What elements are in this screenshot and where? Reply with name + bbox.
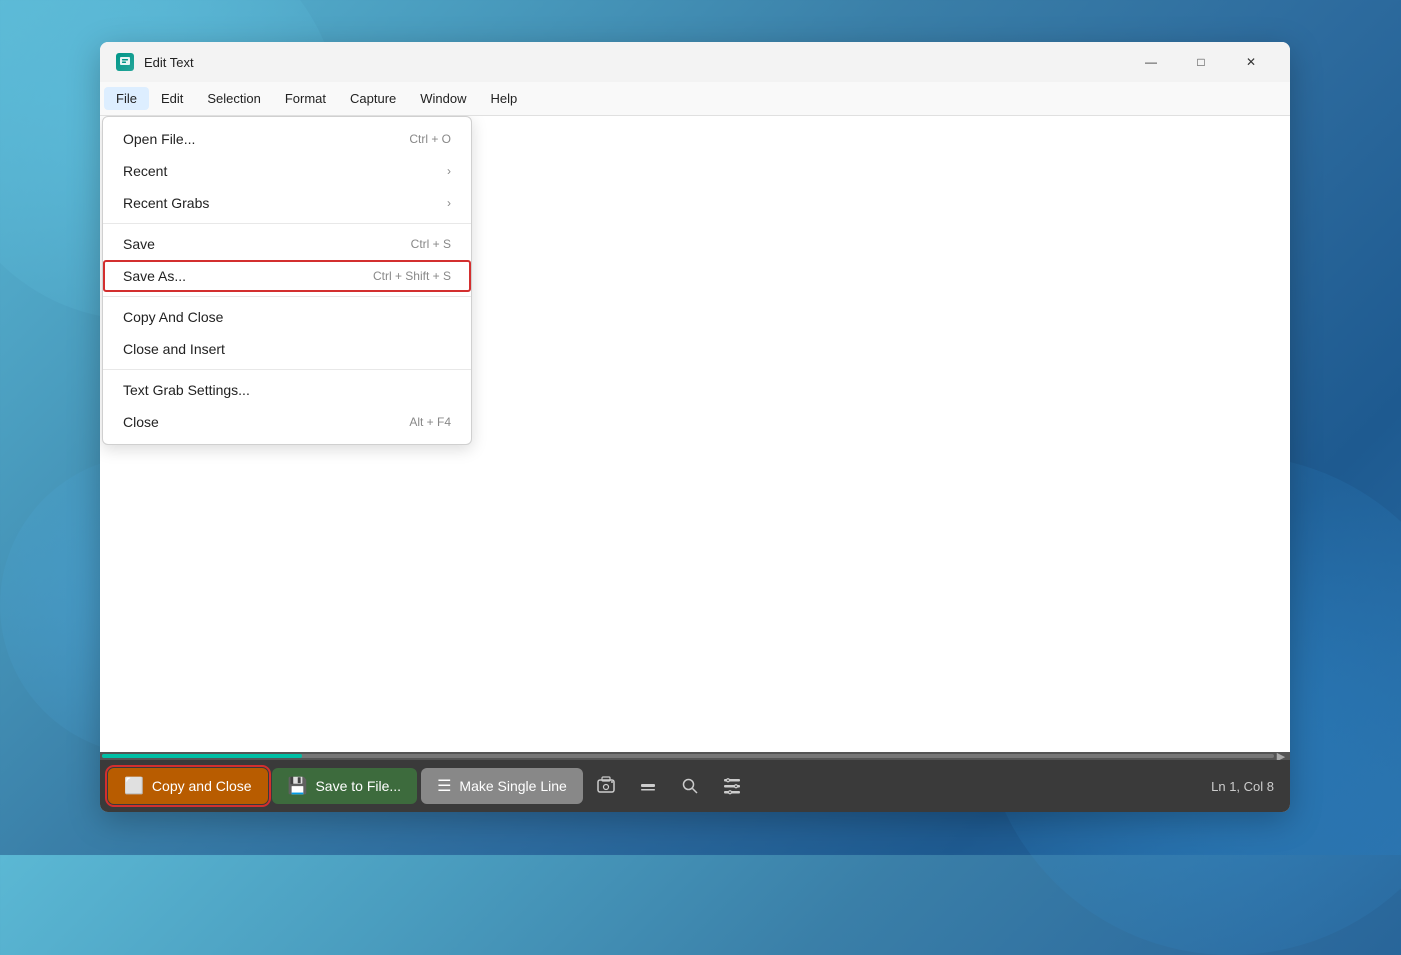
dropdown-item-close-and-insert[interactable]: Close and Insert (103, 333, 471, 365)
recent-arrow: › (447, 164, 451, 178)
divider-1 (103, 223, 471, 224)
text-grab-settings-label: Text Grab Settings... (123, 382, 451, 398)
menu-item-selection[interactable]: Selection (195, 87, 272, 110)
copy-and-close-label: Copy And Close (123, 309, 451, 325)
minimize-button[interactable]: — (1128, 46, 1174, 78)
menu-item-capture[interactable]: Capture (338, 87, 408, 110)
save-label: Save (123, 236, 391, 252)
copy-close-icon: ⬜ (124, 776, 144, 796)
divider-2 (103, 296, 471, 297)
dropdown-item-open-file[interactable]: Open File... Ctrl + O (103, 123, 471, 155)
scrollbar-thumb (102, 754, 302, 758)
save-as-label: Save As... (123, 268, 353, 284)
window-controls: — □ ✕ (1128, 46, 1274, 78)
menu-item-edit[interactable]: Edit (149, 87, 195, 110)
window-title: Edit Text (144, 55, 1128, 70)
dropdown-item-recent-grabs[interactable]: Recent Grabs › (103, 187, 471, 219)
dropdown-item-copy-and-close[interactable]: Copy And Close (103, 301, 471, 333)
open-file-shortcut: Ctrl + O (409, 132, 451, 146)
divider-3 (103, 369, 471, 370)
dropdown-item-save-as[interactable]: Save As... Ctrl + Shift + S (103, 260, 471, 292)
main-window: Edit Text — □ ✕ File Edit Selection Form… (100, 42, 1290, 812)
minimize-toolbar-icon-button[interactable] (629, 767, 667, 805)
menu-bar: File Edit Selection Format Capture Windo… (100, 82, 1290, 116)
search-icon-button[interactable] (671, 767, 709, 805)
content-area: Open File... Ctrl + O Recent › Recent Gr… (100, 116, 1290, 752)
single-line-label: Make Single Line (459, 778, 566, 794)
close-label: Close (123, 414, 389, 430)
close-shortcut: Alt + F4 (409, 415, 451, 429)
menu-item-file[interactable]: File (104, 87, 149, 110)
single-line-button[interactable]: ☰ Make Single Line (421, 768, 583, 804)
close-and-insert-label: Close and Insert (123, 341, 451, 357)
recent-grabs-arrow: › (447, 196, 451, 210)
capture-icon-button[interactable] (587, 767, 625, 805)
menu-item-format[interactable]: Format (273, 87, 338, 110)
save-file-label: Save to File... (315, 778, 401, 794)
save-file-button[interactable]: 💾 Save to File... (272, 768, 418, 804)
scrollbar-container: ▶ (100, 752, 1290, 760)
save-as-shortcut: Ctrl + Shift + S (373, 269, 451, 283)
open-file-label: Open File... (123, 131, 389, 147)
file-dropdown: Open File... Ctrl + O Recent › Recent Gr… (102, 116, 472, 445)
copy-close-label: Copy and Close (152, 778, 252, 794)
title-bar: Edit Text — □ ✕ (100, 42, 1290, 82)
save-file-icon: 💾 (288, 776, 308, 796)
dropdown-item-save[interactable]: Save Ctrl + S (103, 228, 471, 260)
single-line-icon: ☰ (437, 776, 451, 796)
save-shortcut: Ctrl + S (411, 237, 451, 251)
dropdown-item-recent[interactable]: Recent › (103, 155, 471, 187)
maximize-button[interactable]: □ (1178, 46, 1224, 78)
scrollbar-track[interactable] (102, 754, 1274, 758)
menu-item-window[interactable]: Window (408, 87, 478, 110)
menu-item-help[interactable]: Help (479, 87, 530, 110)
dropdown-item-close[interactable]: Close Alt + F4 (103, 406, 471, 438)
settings-icon-button[interactable] (713, 767, 751, 805)
bottom-toolbar: ⬜ Copy and Close 💾 Save to File... ☰ Mak… (100, 760, 1290, 812)
recent-grabs-label: Recent Grabs (123, 195, 439, 211)
app-icon (116, 53, 134, 71)
recent-label: Recent (123, 163, 439, 179)
dropdown-item-text-grab-settings[interactable]: Text Grab Settings... (103, 374, 471, 406)
close-button[interactable]: ✕ (1228, 46, 1274, 78)
status-text: Ln 1, Col 8 (1211, 779, 1274, 794)
copy-close-button[interactable]: ⬜ Copy and Close (108, 768, 268, 804)
